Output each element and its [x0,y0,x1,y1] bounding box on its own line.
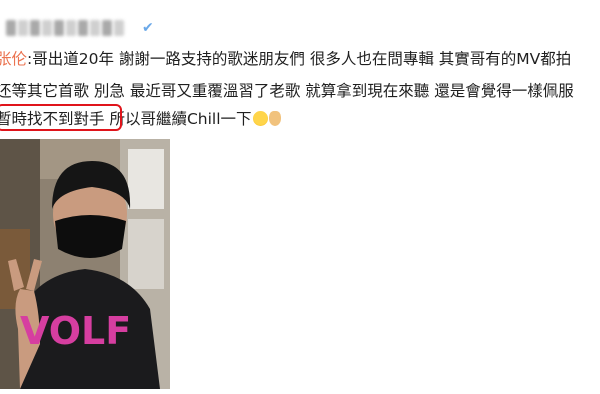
post-header-blurred [6,18,156,38]
laugh-emoji-icon [252,111,268,126]
red-highlight-box [0,104,122,131]
blurred-username-part [54,20,64,36]
post-text-line-1: 张伦:哥出道20年 謝謝一路支持的歌迷朋友們 很多人也在問專輯 其實哥有的MV都… [0,48,571,70]
shirt-print-text: VOLF [20,309,131,353]
blurred-username-part [90,20,100,36]
blurred-username-part [18,20,28,36]
blurred-avatar [6,20,16,36]
post-text-line-2: 还等其它首歌 別急 最近哥又重覆溫習了老歌 就算拿到現在來聽 還是會覺得一樣佩服 [0,80,574,102]
author-name-link[interactable]: 张伦 [0,50,27,68]
blurred-username-part [42,20,52,36]
post-photo[interactable]: VOLF [0,139,170,389]
post-text-segment: 所以哥繼續Chill一下 [104,110,252,128]
post-text-segment: 还等其它首歌 別急 最近哥又重覆溫習了老歌 就算拿到現在來聽 還是會覺得一樣佩服 [0,82,574,100]
blurred-username-part [102,20,112,36]
blurred-username-part [30,20,40,36]
selfie-illustration: VOLF [0,139,170,389]
verified-badge-icon: ✔ [142,20,154,36]
post-text-segment: :哥出道20年 謝謝一路支持的歌迷朋友們 很多人也在問專輯 其實哥有的MV都拍 [27,50,572,68]
blurred-username-part [114,20,124,36]
blurred-username-part [78,20,88,36]
blurred-username-part [66,20,76,36]
peace-hand-emoji-icon [268,111,281,126]
